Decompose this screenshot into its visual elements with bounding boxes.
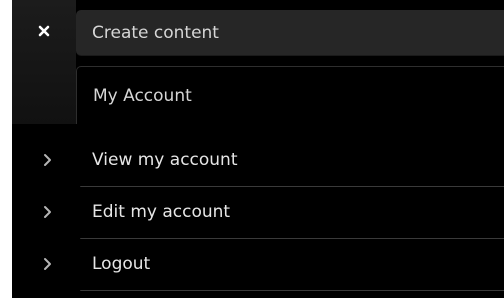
account-menu: View my account Edit my account Logout — [12, 135, 504, 291]
chevron-right-icon — [44, 154, 51, 166]
menu-item-view-account[interactable]: View my account — [12, 135, 504, 187]
tab-my-account[interactable]: My Account — [76, 66, 504, 124]
tab-create-content[interactable]: Create content — [76, 10, 504, 56]
menu-item-label: Edit my account — [92, 202, 231, 222]
chevron-right-icon — [44, 206, 51, 218]
tab-my-account-label: My Account — [93, 85, 192, 106]
close-icon — [38, 25, 50, 37]
menu-item-edit-account[interactable]: Edit my account — [12, 187, 504, 239]
chevron-right-icon — [44, 258, 51, 270]
menu-divider — [80, 290, 504, 291]
menu-item-label: Logout — [92, 254, 151, 274]
menu-item-label: View my account — [92, 150, 238, 170]
menu-item-logout[interactable]: Logout — [12, 239, 504, 291]
tab-create-content-label: Create content — [92, 22, 219, 43]
close-button[interactable] — [12, 0, 76, 62]
close-column — [12, 0, 76, 124]
toolbar-panel: Create content My Account View my accoun… — [12, 0, 504, 298]
